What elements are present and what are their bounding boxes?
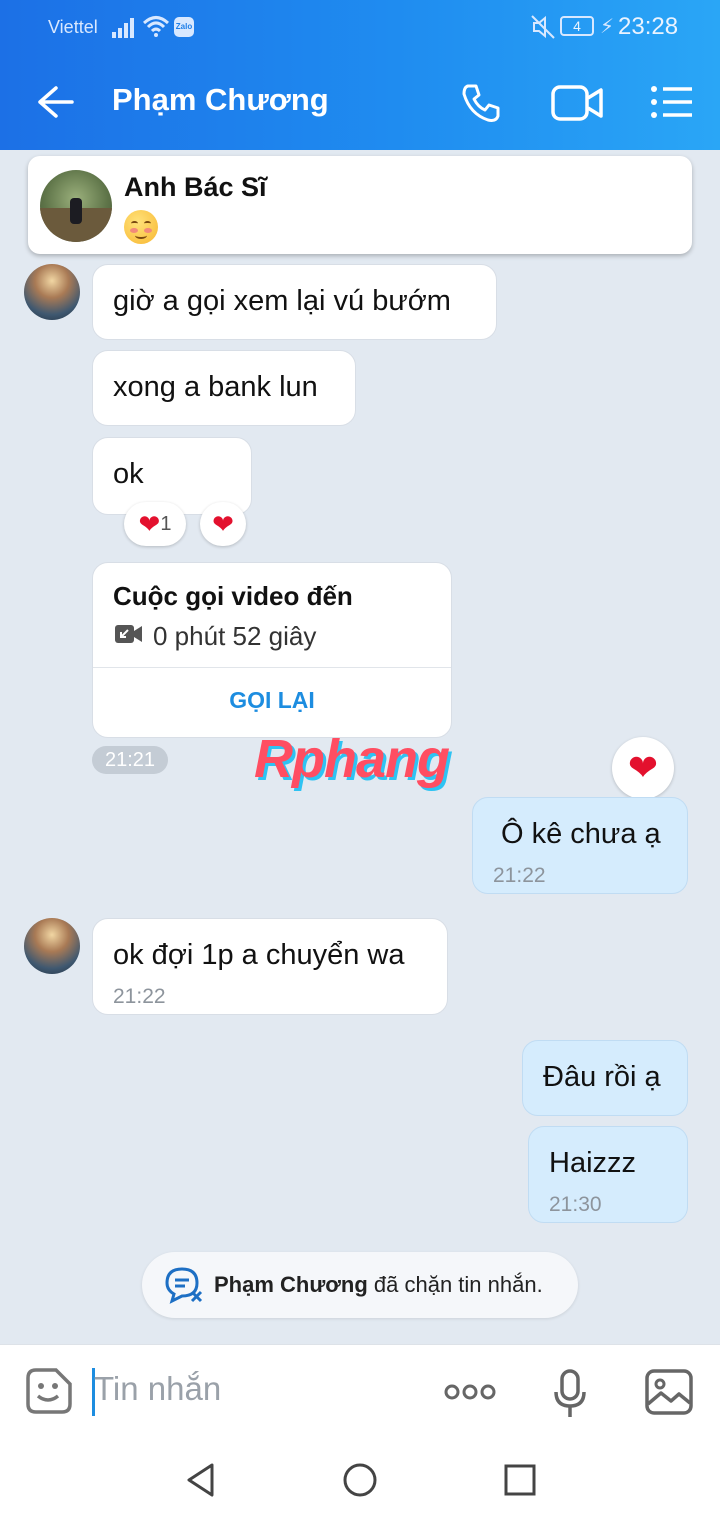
message-text: ok đợi 1p a chuyển wa [113,939,405,971]
blocked-chat-icon [165,1267,203,1304]
pinned-avatar [40,170,112,242]
message-text: ok [113,458,144,490]
message-bubble[interactable]: xong a bank lun [92,350,356,426]
battery-icon: 4 [560,16,594,36]
phone-icon[interactable] [460,82,502,124]
video-call-icon[interactable] [550,84,604,122]
message-bubble[interactable]: ok đợi 1p a chuyển wa 21:22 [92,918,448,1015]
pinned-name: Anh Bác Sĩ [124,172,267,202]
message-time: 21:22 [493,864,546,887]
blocked-notice-name: Phạm Chương [214,1272,368,1297]
reaction-count: 1 [160,512,172,535]
message-input[interactable]: Tin nhắn [94,1370,221,1408]
sender-avatar[interactable] [24,918,80,974]
my-message-bubble[interactable]: Đâu rồi ạ [522,1040,688,1116]
back-arrow-icon[interactable] [36,84,76,120]
message-text: Đâu rồi ạ [543,1061,661,1093]
menu-list-icon[interactable] [650,84,694,120]
clock: 23:28 [618,13,679,40]
charging-icon: ⚡ [600,16,615,38]
message-text: Haizzz [549,1147,637,1179]
heart-icon: ❤ [212,509,234,539]
mute-icon [531,15,555,39]
status-bar: Viettel Zalo 4 ⚡ 23:28 [0,0,720,55]
video-call-card: Cuộc gọi video đến 0 phút 52 giây GỌI LẠ… [92,562,452,738]
heart-icon: ❤ [138,509,161,539]
message-bubble[interactable]: giờ a gọi xem lại vú bướm [92,264,497,340]
emoji-sticker-icon[interactable] [24,1366,74,1416]
carrier-label: Viettel [48,17,98,37]
reaction-badge[interactable]: ❤ [612,737,674,799]
blocked-notice-message: đã chặn tin nhắn. [367,1272,543,1297]
blocked-notice-text: Phạm Chương đã chặn tin nhắn. [214,1272,543,1298]
signal-icon [112,18,134,38]
message-time: 21:30 [549,1193,602,1216]
message-text: xong a bank lun [113,371,318,403]
battery-level: 4 [573,18,581,34]
nav-back-icon[interactable] [184,1462,218,1498]
sender-avatar[interactable] [24,264,80,320]
message-time: 21:22 [113,985,166,1008]
microphone-icon[interactable] [552,1368,588,1420]
incoming-video-icon [115,625,142,643]
my-message-bubble[interactable]: Ô kê chưa ạ 21:22 [472,797,688,894]
blushing-face-emoji [124,210,158,244]
more-dots-icon[interactable] [444,1382,496,1402]
wifi-icon [142,16,170,37]
watermark: Rphang [254,729,450,789]
call-title: Cuộc gọi video đến [113,581,353,611]
pinned-contact-card[interactable]: Anh Bác Sĩ [28,156,692,254]
call-back-button[interactable]: GỌI LẠI [93,687,451,714]
nav-home-icon[interactable] [342,1462,378,1498]
divider [93,667,451,668]
my-message-bubble[interactable]: Haizzz 21:30 [528,1126,688,1223]
message-text: Ô kê chưa ạ [501,818,661,850]
call-duration: 0 phút 52 giây [153,621,317,651]
image-icon[interactable] [644,1368,694,1416]
zalo-icon: Zalo [174,17,194,37]
blocked-notice: Phạm Chương đã chặn tin nhắn. [142,1252,578,1318]
message-text: giờ a gọi xem lại vú bướm [113,285,451,317]
nav-recents-icon[interactable] [504,1464,536,1496]
add-reaction-button[interactable]: ❤ [200,502,246,546]
reaction-count-badge[interactable]: ❤ 1 [124,502,186,546]
navigation-bar [0,1440,720,1520]
time-chip: 21:21 [92,746,168,774]
heart-icon: ❤ [627,747,659,788]
contact-name[interactable]: Phạm Chương [112,82,329,118]
